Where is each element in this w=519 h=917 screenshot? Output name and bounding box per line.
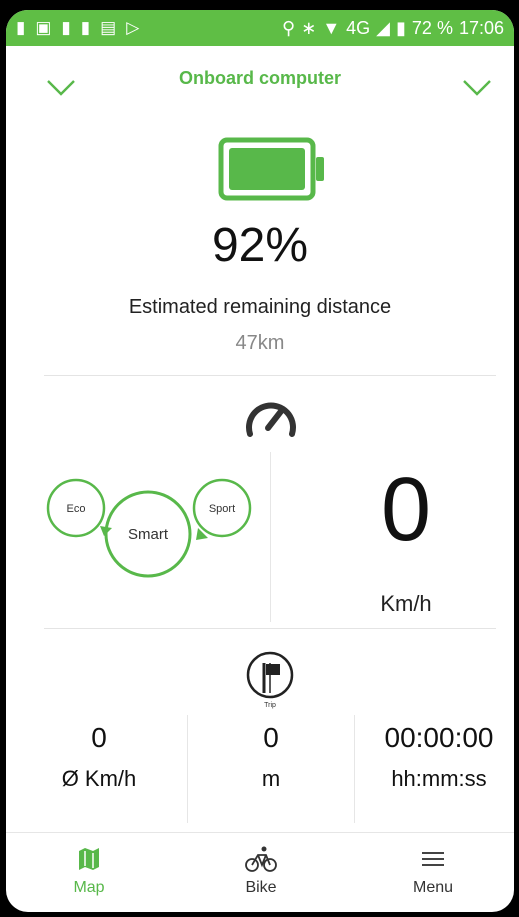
battery-fill <box>229 148 305 190</box>
signal-icon: ◢ <box>376 17 391 38</box>
page-title: Onboard computer <box>178 67 341 88</box>
notification-icon: ▮ <box>80 18 91 37</box>
notification-icon: ▮ <box>16 18 26 37</box>
trip-distance-value: 0 <box>263 722 279 753</box>
trip-distance: 0 m <box>206 722 336 792</box>
estimated-distance-value: 47km <box>235 332 285 354</box>
vertical-divider <box>187 715 188 823</box>
tab-menu-label: Menu <box>412 879 454 896</box>
divider <box>44 375 496 376</box>
map-icon <box>79 848 99 870</box>
battery-status-text: 72 % <box>411 17 453 38</box>
tab-bike[interactable]: Bike <box>206 845 316 897</box>
mode-smart-label[interactable]: Smart <box>128 526 169 543</box>
notification-icon: ▤ <box>100 18 117 37</box>
chevron-down-icon[interactable] <box>46 78 76 98</box>
speedometer-icon <box>246 402 296 437</box>
trip-time: 00:00:00 hh:mm:ss <box>364 722 514 792</box>
tab-menu[interactable]: Menu <box>378 845 488 897</box>
vertical-divider <box>354 715 355 823</box>
notification-icon: ▣ <box>35 18 52 37</box>
trip-avg-speed: 0 Ø Km/h <box>34 722 164 792</box>
battery-percent: 92% <box>211 219 309 272</box>
chevron-down-icon[interactable] <box>462 78 492 98</box>
battery-icon <box>218 137 324 201</box>
tab-map-label: Map <box>73 879 105 896</box>
speed-unit: Km/h <box>380 591 432 616</box>
bluetooth-icon: ∗ <box>301 17 317 38</box>
header: Onboard computer <box>6 46 514 110</box>
network-label: 4G <box>346 17 371 38</box>
clock: 17:06 <box>458 17 504 38</box>
notification-icons: ▮ ▣ ▮ ▮ ▤ ▷ <box>16 10 139 46</box>
assist-mode-selector[interactable]: Eco Sport Smart <box>44 468 264 588</box>
status-right: ⚲ ∗ ▼ 4G ◢ ▮ 72 % 17:06 <box>282 18 504 39</box>
bottom-tab-bar: Map Bike Menu <box>6 832 514 912</box>
battery-status-icon: ▮ <box>396 17 406 38</box>
mode-eco-label[interactable]: Eco <box>67 503 86 515</box>
trip-time-value: 00:00:00 <box>384 722 494 753</box>
mode-sport-label[interactable]: Sport <box>209 503 235 515</box>
tab-bike-label: Bike <box>245 879 277 896</box>
vertical-divider <box>270 452 271 622</box>
trip-avg-speed-value: 0 <box>91 722 107 753</box>
menu-icon <box>422 852 444 866</box>
status-bar: ▮ ▣ ▮ ▮ ▤ ▷ ⚲ ∗ ▼ 4G ◢ ▮ 72 % 17:06 <box>6 10 514 46</box>
speed-value: 0 <box>380 460 432 560</box>
play-icon: ▷ <box>126 18 140 37</box>
estimated-distance-label: Estimated remaining distance <box>128 296 392 318</box>
wifi-icon: ▼ <box>322 17 341 38</box>
trip-label: Trip <box>264 702 276 709</box>
trip-flag-icon <box>246 651 294 699</box>
trip-time-unit: hh:mm:ss <box>391 766 487 791</box>
notification-icon: ▮ <box>61 18 71 37</box>
divider <box>44 628 496 629</box>
tab-map[interactable]: Map <box>34 845 144 897</box>
bike-icon <box>245 846 277 872</box>
trip-avg-speed-unit: Ø Km/h <box>61 766 137 791</box>
app-screen: ▮ ▣ ▮ ▮ ▤ ▷ ⚲ ∗ ▼ 4G ◢ ▮ 72 % 17:06 Onbo… <box>6 10 514 912</box>
trip-distance-unit: m <box>261 766 281 791</box>
location-icon: ⚲ <box>282 17 296 38</box>
